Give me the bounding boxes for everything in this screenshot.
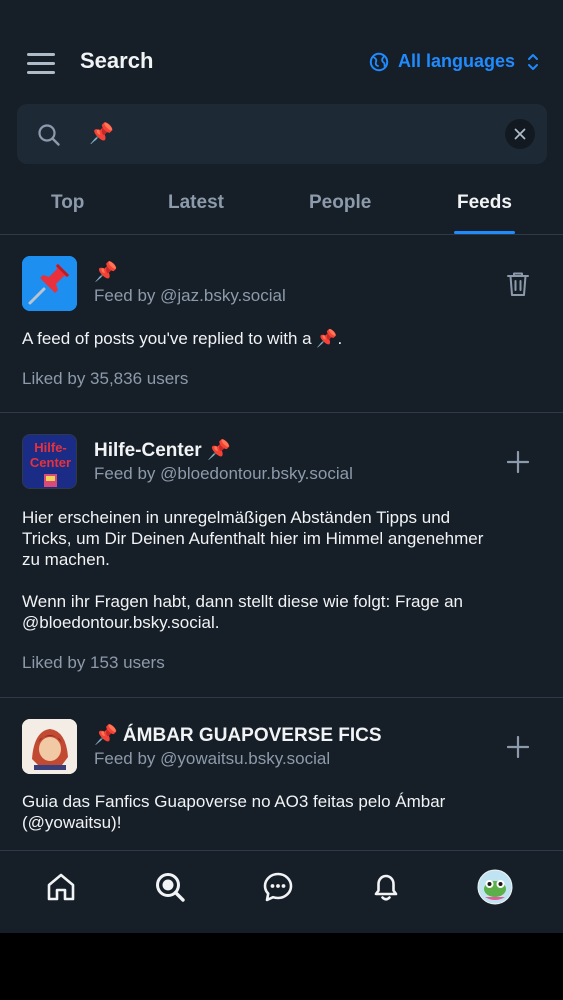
feed-description-line: zu machen. bbox=[22, 550, 110, 569]
tab-feeds[interactable]: Feeds bbox=[457, 192, 512, 214]
feed-description-line: Wenn ihr Fragen habt, dann stellt diese … bbox=[22, 592, 463, 611]
plus-icon bbox=[507, 736, 529, 758]
feed-avatar bbox=[22, 256, 77, 311]
home-icon bbox=[47, 873, 75, 901]
app-screen: Search All languages Top Latest Peo bbox=[0, 0, 563, 933]
system-bar bbox=[0, 933, 563, 1000]
remove-feed-button[interactable] bbox=[503, 269, 533, 299]
feed-author: Feed by @jaz.bsky.social bbox=[94, 286, 286, 305]
hilfe-center-logo: Hilfe- Center bbox=[23, 435, 76, 488]
menu-icon-line bbox=[27, 71, 55, 74]
feed-description-line: Tricks, um Dir Deinen Aufenthalt hier im… bbox=[22, 529, 484, 548]
nav-profile[interactable] bbox=[477, 869, 513, 905]
feed-author: Feed by @bloedontour.bsky.social bbox=[94, 464, 353, 483]
search-bar bbox=[17, 104, 547, 164]
header: Search All languages bbox=[0, 0, 563, 104]
close-icon bbox=[514, 128, 526, 140]
feed-description-line: A feed of posts you've replied to with a… bbox=[22, 329, 343, 348]
result-tabs: Top Latest People Feeds bbox=[0, 176, 563, 235]
pushpin-icon bbox=[22, 256, 77, 311]
bell-icon bbox=[374, 874, 398, 901]
feed-description: Hier erscheinen in unregelmäßigen Abstän… bbox=[22, 507, 542, 633]
globe-icon bbox=[369, 52, 389, 71]
nav-search[interactable] bbox=[152, 869, 188, 905]
nav-notifications[interactable] bbox=[368, 869, 404, 905]
add-feed-button[interactable] bbox=[503, 732, 533, 762]
feed-description-line: (@yowaitsu)! bbox=[22, 813, 122, 832]
nav-chat[interactable] bbox=[260, 869, 296, 905]
feed-likes: Liked by 35,836 users bbox=[22, 369, 189, 388]
chevron-updown-icon bbox=[528, 53, 538, 70]
profile-avatar bbox=[477, 869, 513, 905]
plus-icon bbox=[507, 451, 529, 473]
feed-likes: Liked by 153 users bbox=[22, 653, 165, 672]
language-label: All languages bbox=[397, 51, 515, 71]
language-selector[interactable]: All languages bbox=[369, 51, 539, 72]
menu-button[interactable] bbox=[27, 50, 56, 76]
feed-author: Feed by @yowaitsu.bsky.social bbox=[94, 749, 331, 768]
add-feed-button[interactable] bbox=[503, 447, 533, 477]
feed-card[interactable]: 📌 ÁMBAR GUAPOVERSE FICS Feed by @yowaits… bbox=[0, 698, 563, 858]
search-icon bbox=[38, 124, 60, 146]
feed-title: 📌 ÁMBAR GUAPOVERSE FICS bbox=[94, 725, 382, 746]
chat-icon bbox=[263, 872, 293, 902]
svg-text:Center: Center bbox=[30, 455, 71, 470]
feed-description-line: @bloedontour.bsky.social. bbox=[22, 613, 220, 632]
feed-title: 📌 bbox=[94, 261, 118, 283]
menu-icon bbox=[27, 53, 55, 56]
tab-people[interactable]: People bbox=[309, 192, 371, 214]
nav-home[interactable] bbox=[43, 869, 79, 905]
menu-icon-line bbox=[27, 62, 55, 65]
feed-avatar: Hilfe- Center bbox=[22, 434, 77, 489]
ambar-fanart-image bbox=[22, 719, 77, 774]
search-icon bbox=[156, 873, 185, 902]
tab-top[interactable]: Top bbox=[51, 192, 84, 214]
feed-card[interactable]: Hilfe- Center Hilfe-Center 📌 Feed by @bl… bbox=[0, 413, 563, 698]
feed-title: Hilfe-Center 📌 bbox=[94, 440, 231, 461]
search-input[interactable] bbox=[89, 121, 489, 145]
feed-description: A feed of posts you've replied to with a… bbox=[22, 328, 542, 349]
feed-description-spacer bbox=[22, 570, 542, 591]
tab-latest[interactable]: Latest bbox=[168, 192, 224, 214]
page-title: Search bbox=[80, 48, 154, 73]
svg-text:Hilfe-: Hilfe- bbox=[34, 440, 67, 455]
clear-search-button[interactable] bbox=[505, 119, 535, 149]
feed-card[interactable]: 📌 Feed by @jaz.bsky.social A feed of pos… bbox=[0, 235, 563, 413]
bottom-navigation bbox=[0, 850, 563, 933]
feed-description-line: Hier erscheinen in unregelmäßigen Abstän… bbox=[22, 508, 451, 527]
feed-description-line: Guia das Fanfics Guapoverse no AO3 feita… bbox=[22, 792, 446, 811]
active-tab-indicator bbox=[454, 231, 515, 234]
trash-icon bbox=[507, 272, 529, 296]
feed-description: Guia das Fanfics Guapoverse no AO3 feita… bbox=[22, 791, 542, 833]
feed-avatar bbox=[22, 719, 77, 774]
